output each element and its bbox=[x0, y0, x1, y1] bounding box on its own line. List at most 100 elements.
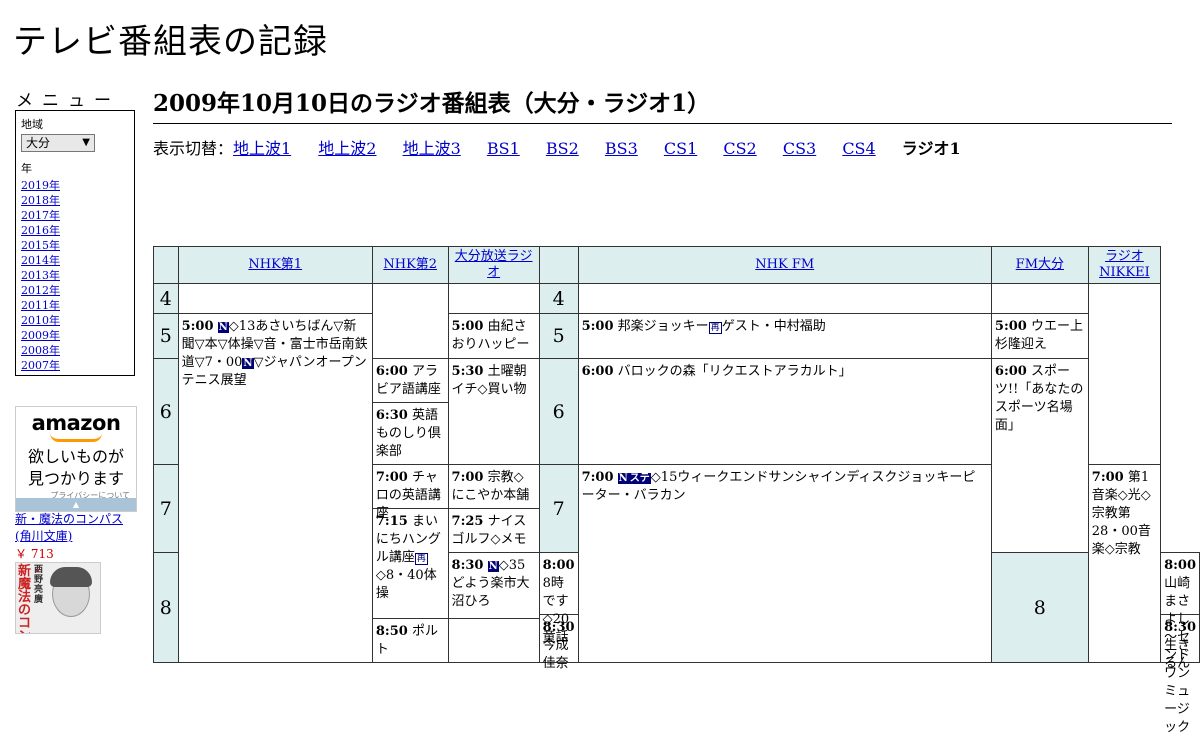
year-link[interactable]: 2010年 bbox=[21, 313, 134, 328]
book-cover-author: 西野亮廣 bbox=[34, 565, 44, 605]
program-cell-empty bbox=[177, 283, 373, 314]
book-cover-title: 新・魔法のコンパス bbox=[18, 564, 45, 633]
year-label: 年 bbox=[21, 162, 32, 175]
program-block[interactable]: 7:15 まいにちハングル講座 再◇8・40体操 bbox=[372, 509, 448, 619]
menu-box: 地域 大分 ▼ 年 2019年 2018年 2017年 2016年 2015年 … bbox=[15, 110, 135, 376]
switch-link-bs2[interactable]: BS2 bbox=[546, 139, 579, 158]
book-title-link[interactable]: 新・魔法のコンパス (角川文庫) bbox=[15, 511, 140, 545]
ad-collapse-bar[interactable]: ▲ bbox=[16, 498, 136, 511]
switch-link-cs3[interactable]: CS3 bbox=[783, 139, 816, 158]
program-cell-empty bbox=[371, 283, 449, 359]
channel-link-nhk2[interactable]: NHK第2 bbox=[383, 257, 437, 272]
switch-link-bs1[interactable]: BS1 bbox=[487, 139, 520, 158]
program-block[interactable]: 8:30 生きるん bbox=[1161, 615, 1199, 671]
program-title: 今成佳奈 bbox=[542, 638, 569, 671]
channel-header: 大分放送ラジオ bbox=[447, 246, 540, 284]
year-link[interactable]: 2015年 bbox=[21, 238, 134, 253]
channel-link-radionikkei[interactable]: ラジオNIKKEI bbox=[1099, 249, 1150, 280]
channel-link-nhkfm[interactable]: NHK FM bbox=[755, 257, 814, 272]
region-select-value: 大分 bbox=[26, 136, 51, 150]
program-time: 8:00 bbox=[1164, 558, 1196, 573]
hour-cell: 7 bbox=[538, 464, 579, 553]
program-stack: 8:00 山崎まさよし～センドワンミュージック 8:30 生きるん bbox=[1160, 552, 1200, 735]
year-link[interactable]: 2007年 bbox=[21, 358, 134, 373]
region-label: 地域 bbox=[21, 118, 43, 131]
program-block[interactable]: 6:30 英語ものしり倶楽部 bbox=[373, 403, 448, 464]
channel-link-obs[interactable]: 大分放送ラジオ bbox=[455, 249, 533, 280]
program-time: 8:30 bbox=[451, 558, 484, 573]
switch-link-chijouha3[interactable]: 地上波3 bbox=[403, 139, 461, 158]
program-time: 5:00 bbox=[181, 319, 214, 334]
program-cell[interactable]: 5:30 土曜朝イチ◇買い物 bbox=[447, 358, 540, 465]
switch-link-cs2[interactable]: CS2 bbox=[723, 139, 756, 158]
switch-link-chijouha2[interactable]: 地上波2 bbox=[318, 139, 376, 158]
ad-copy-line: 見つかります bbox=[27, 469, 124, 488]
program-cell[interactable]: 6:00 バロックの森「リクエストアラカルト」 bbox=[577, 358, 992, 465]
program-cell[interactable]: 5:00 ウエー上杉隆迎え bbox=[990, 313, 1089, 359]
program-cell[interactable]: 7:00 N ステ◇15ウィークエンドサンシャインディスクジョッキーピーター・バラ… bbox=[577, 464, 992, 663]
program-title: 生きるん bbox=[1164, 638, 1191, 671]
program-block[interactable]: 7:00 チャロの英語講座 bbox=[372, 465, 448, 521]
switch-label: 表示切替： bbox=[153, 139, 234, 158]
channel-link-nhk1[interactable]: NHK第1 bbox=[248, 257, 302, 272]
news-mark-icon: N bbox=[217, 322, 229, 333]
program-cell-empty bbox=[447, 283, 540, 314]
author-hair bbox=[50, 567, 92, 587]
hour-cell: 6 bbox=[153, 358, 179, 465]
region-select[interactable]: 大分 ▼ bbox=[21, 134, 95, 152]
program-title: ゲスト・中村福助 bbox=[721, 319, 826, 334]
year-link[interactable]: 2018年 bbox=[21, 193, 134, 208]
switch-link-cs1[interactable]: CS1 bbox=[664, 139, 697, 158]
switch-current: ラジオ1 bbox=[901, 139, 961, 158]
program-cell[interactable]: 5:00 N◇13あさいちばん▽新聞▽本▽体操▽音・富士市岳南鉄道▽7・00N▽… bbox=[177, 313, 373, 663]
year-link[interactable]: 2012年 bbox=[21, 283, 134, 298]
news-mark-icon: N bbox=[617, 473, 629, 484]
channel-header: FM大分 bbox=[990, 246, 1089, 284]
program-block[interactable]: 8:50 ポルト bbox=[373, 619, 448, 657]
program-block[interactable]: 8:30 N◇35どよう楽市大沼ひろ bbox=[448, 553, 539, 619]
channel-header: NHK第2 bbox=[371, 246, 449, 284]
year-link[interactable]: 2011年 bbox=[21, 298, 134, 313]
amazon-ad[interactable]: amazon 欲しいものが 見つかります プライバシーについて ▲ bbox=[15, 406, 137, 512]
program-stack: 8:30 N◇35どよう楽市大沼ひろ bbox=[447, 552, 540, 663]
hour-cell: 8 bbox=[990, 552, 1089, 663]
rerun-mark-icon: 再 bbox=[414, 553, 428, 565]
program-time: 8:00 bbox=[542, 558, 575, 573]
program-cell-empty bbox=[577, 283, 992, 314]
program-block[interactable]: 6:00 アラビア語講座 bbox=[372, 359, 448, 403]
year-link[interactable]: 2016年 bbox=[21, 223, 134, 238]
program-title: ◇8・40体操 bbox=[375, 568, 437, 601]
book-price: ￥ 713 bbox=[15, 547, 54, 561]
channel-header: NHK FM bbox=[577, 246, 992, 284]
program-block[interactable]: 7:25 ナイスゴルフ◇メモ bbox=[449, 509, 539, 552]
program-time: 7:00 bbox=[375, 470, 408, 485]
program-time: 6:00 bbox=[994, 364, 1027, 379]
program-cell[interactable]: 6:00 スポーツ!!「あなたのスポーツ名場面」 bbox=[990, 358, 1089, 553]
switch-link-cs4[interactable]: CS4 bbox=[842, 139, 875, 158]
program-cell[interactable]: 5:00 由紀さおりハッピー bbox=[447, 313, 540, 359]
year-link[interactable]: 2019年 bbox=[21, 178, 134, 193]
page-title: 2009年10月10日のラジオ番組表（大分・ラジオ1） bbox=[153, 84, 1172, 124]
channel-link-fmoita[interactable]: FM大分 bbox=[1016, 257, 1064, 272]
year-link[interactable]: 2014年 bbox=[21, 253, 134, 268]
year-link[interactable]: 2013年 bbox=[21, 268, 134, 283]
program-cell[interactable]: 5:00 邦楽ジョッキー再ゲスト・中村福助 bbox=[577, 313, 992, 359]
switch-link-bs3[interactable]: BS3 bbox=[605, 139, 638, 158]
site-title: テレビ番組表の記録 bbox=[13, 22, 328, 62]
program-block[interactable]: 8:30 今成佳奈 bbox=[540, 615, 578, 671]
book-cover-image[interactable]: 新・魔法のコンパス 西野亮廣 bbox=[15, 562, 101, 634]
hour-cell: 4 bbox=[538, 283, 579, 314]
year-link[interactable]: 2009年 bbox=[21, 328, 134, 343]
program-time: 8:50 bbox=[375, 624, 408, 639]
year-link[interactable]: 2008年 bbox=[21, 343, 134, 358]
year-list: 2019年 2018年 2017年 2016年 2015年 2014年 2013… bbox=[21, 178, 134, 373]
hour-cell: 8 bbox=[153, 552, 179, 663]
program-stack: 8:00 8時です◇20童話 8:30 今成佳奈 bbox=[538, 552, 579, 671]
program-block[interactable]: 8:00 8時です◇20童話 bbox=[539, 553, 578, 645]
program-block[interactable]: 8:00 山崎まさよし～センドワンミュージック bbox=[1161, 553, 1199, 735]
program-cell[interactable]: 7:00 第1音楽◇光◇宗教第28・00音楽◇宗教 bbox=[1087, 464, 1162, 663]
year-link[interactable]: 2017年 bbox=[21, 208, 134, 223]
program-block[interactable]: 7:00 宗教◇にこやか本舗 bbox=[448, 465, 539, 509]
switch-link-chijouha1[interactable]: 地上波1 bbox=[233, 139, 291, 158]
channel-switcher: 表示切替：地上波1 地上波2 地上波3 BS1 BS2 BS3 CS1 CS2 … bbox=[153, 135, 982, 159]
